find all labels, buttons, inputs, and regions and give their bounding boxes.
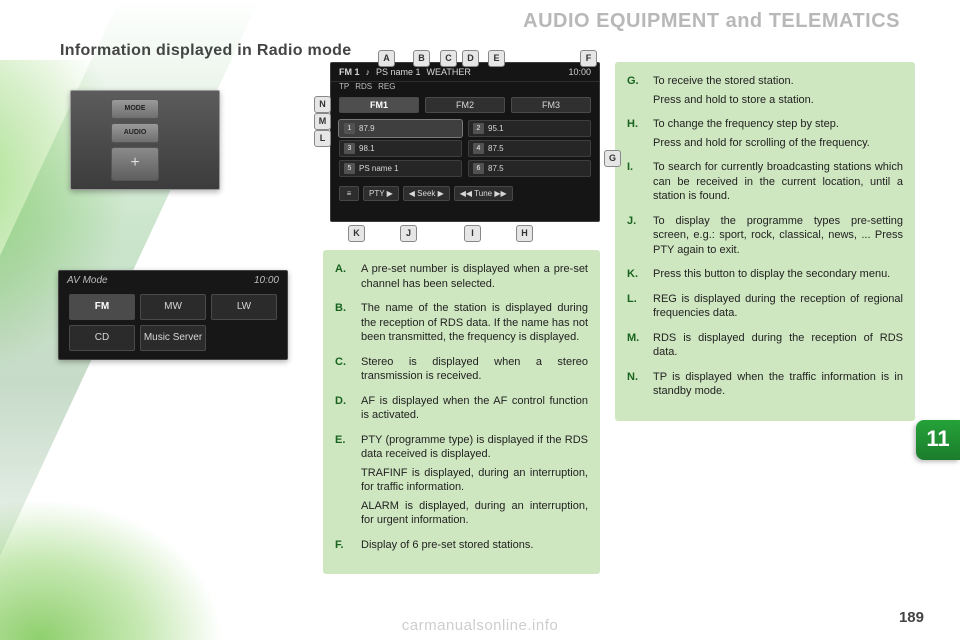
callout-M: M bbox=[314, 113, 331, 130]
preset-3: 398.1 bbox=[339, 140, 462, 157]
mode-button: MODE bbox=[111, 99, 159, 119]
watermark: carmanualsonline.info bbox=[0, 617, 960, 634]
preset-4: 487.5 bbox=[468, 140, 591, 157]
def-C-label: C. bbox=[335, 355, 361, 388]
def-E-text-3: ALARM is displayed, during an interrupti… bbox=[361, 499, 588, 528]
def-E-text-2: TRAFINF is displayed, during an interrup… bbox=[361, 466, 588, 495]
fm-weather: WEATHER bbox=[427, 67, 471, 77]
callout-K: K bbox=[348, 225, 365, 242]
callout-I: I bbox=[464, 225, 481, 242]
def-B-label: B. bbox=[335, 301, 361, 349]
av-mode-title: AV Mode bbox=[67, 275, 108, 286]
photo-control-panel: MODE AUDIO + bbox=[70, 90, 220, 190]
fm-tag-reg: REG bbox=[378, 82, 395, 91]
chapter-title: AUDIO EQUIPMENT and TELEMATICS bbox=[523, 10, 900, 33]
def-N-label: N. bbox=[627, 370, 653, 403]
fm-note-icon: ♪ bbox=[366, 67, 371, 77]
preset-6-val: 87.5 bbox=[488, 164, 504, 173]
fm-pty-button: PTY ▶ bbox=[363, 186, 399, 201]
preset-6-num: 6 bbox=[473, 163, 484, 174]
callout-L: L bbox=[314, 130, 331, 147]
preset-3-num: 3 bbox=[344, 143, 355, 154]
callout-D: D bbox=[462, 50, 479, 67]
def-A-label: A. bbox=[335, 262, 361, 295]
def-H-label: H. bbox=[627, 117, 653, 154]
def-A-text: A pre-set number is displayed when a pre… bbox=[361, 262, 588, 291]
def-F-label: F. bbox=[335, 538, 361, 557]
preset-4-val: 87.5 bbox=[488, 144, 504, 153]
def-N-text: TP is displayed when the traffic informa… bbox=[653, 370, 903, 399]
av-cell-lw: LW bbox=[211, 294, 277, 320]
def-E-text-1: PTY (programme type) is displayed if the… bbox=[361, 433, 588, 462]
def-K-text: Press this button to display the seconda… bbox=[653, 267, 903, 282]
fm-menu-button: ≡ bbox=[339, 186, 359, 201]
definitions-right: G.To receive the stored station. Press an… bbox=[615, 62, 915, 421]
preset-5: 5 PS name 1 bbox=[339, 160, 462, 177]
callout-N: N bbox=[314, 96, 331, 113]
preset-3-val: 98.1 bbox=[359, 144, 375, 153]
def-L-text: REG is displayed during the reception of… bbox=[653, 292, 903, 321]
def-H-text-2: Press and hold for scrolling of the freq… bbox=[653, 136, 903, 151]
def-I-label: I. bbox=[627, 160, 653, 208]
callout-G: G bbox=[604, 150, 621, 167]
definitions-left: A.A pre-set number is displayed when a p… bbox=[323, 250, 600, 574]
preset-5-num: 5 bbox=[344, 163, 355, 174]
def-J-text: To display the programme types pre-setti… bbox=[653, 214, 903, 258]
def-H-text-1: To change the frequency step by step. bbox=[653, 117, 903, 132]
fm-tune-button: ◀◀ Tune ▶▶ bbox=[454, 186, 513, 201]
fm-tab-fm3: FM3 bbox=[511, 97, 591, 113]
callout-E: E bbox=[488, 50, 505, 67]
volume-plus: + bbox=[111, 147, 159, 181]
def-E-label: E. bbox=[335, 433, 361, 532]
callout-J: J bbox=[400, 225, 417, 242]
def-M-label: M. bbox=[627, 331, 653, 364]
callout-C: C bbox=[440, 50, 457, 67]
diagram-radio-screen: FM 1 ♪ PS name 1 WEATHER 10:00 TP RDS RE… bbox=[330, 62, 600, 222]
def-D-text: AF is displayed when the AF control func… bbox=[361, 394, 588, 423]
chapter-tab: 11 bbox=[916, 420, 960, 460]
def-C-text: Stereo is displayed when a stereo transm… bbox=[361, 355, 588, 384]
callout-F: F bbox=[580, 50, 597, 67]
preset-4-num: 4 bbox=[473, 143, 484, 154]
def-L-label: L. bbox=[627, 292, 653, 325]
def-K-label: K. bbox=[627, 267, 653, 286]
fm-tab-fm2: FM2 bbox=[425, 97, 505, 113]
callout-A: A bbox=[378, 50, 395, 67]
section-heading: Information displayed in Radio mode bbox=[60, 42, 351, 60]
fm-clock: 10:00 bbox=[568, 67, 591, 77]
def-G-label: G. bbox=[627, 74, 653, 111]
preset-5-val: PS name 1 bbox=[359, 164, 399, 173]
fm-tag-rds: RDS bbox=[355, 82, 372, 91]
preset-1: 187.9 bbox=[339, 120, 462, 137]
callout-H: H bbox=[516, 225, 533, 242]
fm-tag-tp: TP bbox=[339, 82, 349, 91]
def-B-text: The name of the station is displayed dur… bbox=[361, 301, 588, 345]
def-I-text: To search for currently broadcasting sta… bbox=[653, 160, 903, 204]
def-M-text: RDS is displayed during the reception of… bbox=[653, 331, 903, 360]
av-cell-cd: CD bbox=[69, 325, 135, 351]
def-G-text-2: Press and hold to store a station. bbox=[653, 93, 903, 108]
fm-tab-fm1: FM1 bbox=[339, 97, 419, 113]
preset-2-num: 2 bbox=[473, 123, 484, 134]
def-G-text-1: To receive the stored station. bbox=[653, 74, 903, 89]
photo-av-mode-screen: AV Mode 10:00 FM MW LW CD Music Server bbox=[58, 270, 288, 360]
fm-band: FM 1 bbox=[339, 67, 360, 77]
preset-1-val: 87.9 bbox=[359, 124, 375, 133]
def-D-label: D. bbox=[335, 394, 361, 427]
fm-psname: PS name 1 bbox=[376, 67, 421, 77]
def-J-label: J. bbox=[627, 214, 653, 262]
preset-2-val: 95.1 bbox=[488, 124, 504, 133]
audio-button: AUDIO bbox=[111, 123, 159, 143]
av-cell-mw: MW bbox=[140, 294, 206, 320]
av-cell-music-server: Music Server bbox=[140, 325, 206, 351]
av-mode-clock: 10:00 bbox=[254, 275, 279, 286]
preset-2: 295.1 bbox=[468, 120, 591, 137]
fm-seek-button: ◀ Seek ▶ bbox=[403, 186, 450, 201]
preset-6: 687.5 bbox=[468, 160, 591, 177]
preset-1-num: 1 bbox=[344, 123, 355, 134]
callout-B: B bbox=[413, 50, 430, 67]
av-cell-fm: FM bbox=[69, 294, 135, 320]
def-F-text: Display of 6 pre-set stored stations. bbox=[361, 538, 588, 553]
